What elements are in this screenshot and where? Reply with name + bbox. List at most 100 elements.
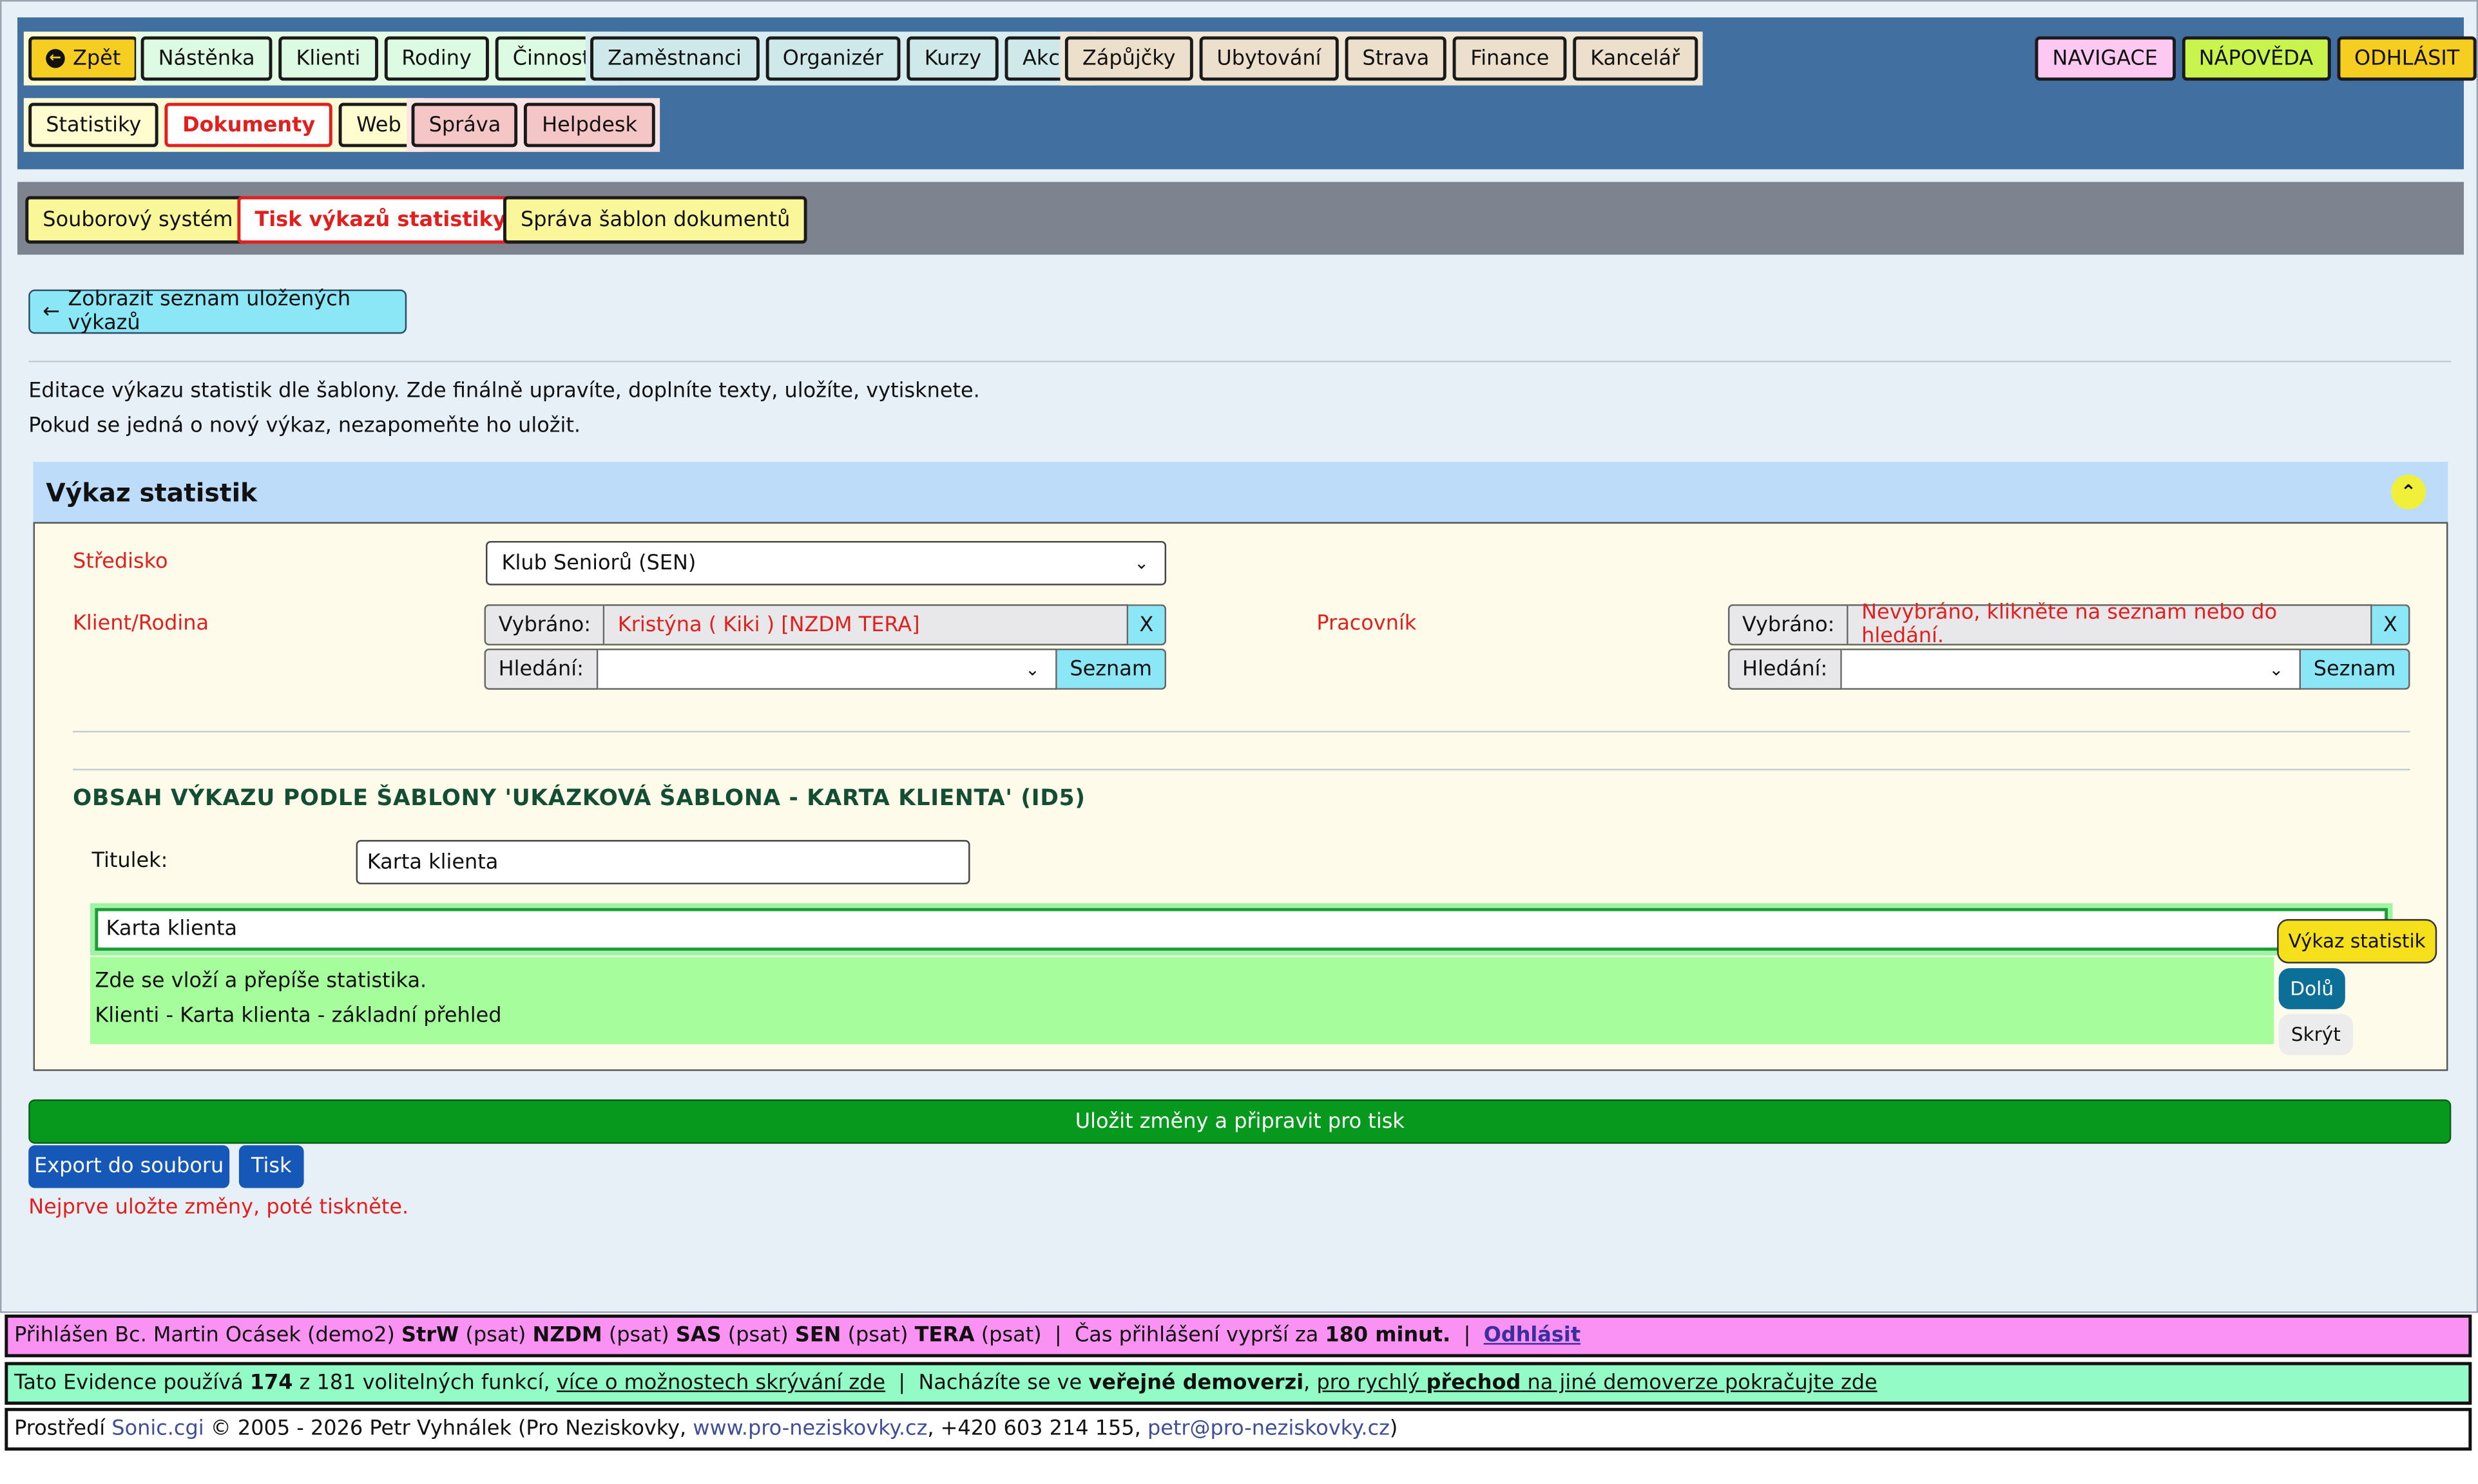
titulek-input[interactable]: Karta klienta xyxy=(356,840,970,884)
editor-line-1: Zde se vloží a přepíše statistika. xyxy=(95,969,427,994)
nav-kurzy[interactable]: Kurzy xyxy=(907,36,999,81)
nav-finance[interactable]: Finance xyxy=(1453,36,1567,81)
sub-navigation: Souborový systém Tisk výkazů statistiky … xyxy=(17,182,2464,255)
tab-tisk-vykazu[interactable]: Tisk výkazů statistiky xyxy=(237,196,524,244)
separator: | xyxy=(1463,1324,1471,1348)
section-title: OBSAH VÝKAZU PODLE ŠABLONY 'UKÁZKOVÁ ŠAB… xyxy=(72,786,1086,812)
titulek-label: Titulek: xyxy=(91,849,168,873)
email-link[interactable]: petr@pro-neziskovky.cz xyxy=(1148,1418,1390,1441)
demo-label: veřejné demoverzi xyxy=(1088,1371,1304,1396)
skryt-button[interactable]: Skrýt xyxy=(2278,1014,2354,1056)
klient-picker: Vybráno: Kristýna ( Kiki ) [NZDM TERA] X… xyxy=(484,604,1167,693)
show-saved-reports-button[interactable]: ← Zobrazit seznam uložených výkazů xyxy=(28,287,407,336)
login-user: Přihlášen Bc. Martin Ocásek (demo2) xyxy=(14,1324,395,1348)
save-button[interactable]: Uložit změny a připravit pro tisk xyxy=(28,1099,2452,1144)
role-code: StrW xyxy=(401,1324,459,1348)
napoveda-button[interactable]: NÁPOVĚDA xyxy=(2181,36,2331,81)
role-code: NZDM xyxy=(532,1324,602,1348)
export-button[interactable]: Export do souboru xyxy=(28,1145,230,1188)
intro-line-2: Pokud se jedná o nový výkaz, nezapomeňte… xyxy=(28,414,581,439)
footer-features-info: Tato Evidence používá 174 z 181 voliteln… xyxy=(5,1362,2472,1405)
footer-copyright: Prostředí Sonic.cgi © 2005 - 2026 Petr V… xyxy=(5,1407,2472,1451)
nav-sprava[interactable]: Správa xyxy=(411,102,519,147)
odhlasit-button[interactable]: ODHLÁSIT xyxy=(2337,36,2477,81)
demo-prefix: Nacházíte se ve xyxy=(918,1371,1082,1396)
role-code: SEN xyxy=(794,1324,841,1348)
divider xyxy=(72,730,2410,733)
stredisko-select[interactable]: Klub Seniorů (SEN) ⌄ xyxy=(485,540,1167,585)
separator: | xyxy=(1054,1324,1062,1348)
pracovnik-clear-button[interactable]: X xyxy=(2372,604,2410,646)
features-total: z 181 volitelných funkcí, xyxy=(299,1371,550,1396)
show-saved-reports-label: Zobrazit seznam uložených výkazů xyxy=(68,287,351,336)
pracovnik-search-label: Hledání: xyxy=(1727,648,1842,690)
divider xyxy=(72,768,2410,771)
role-perm: (psat) xyxy=(608,1324,669,1348)
website-link[interactable]: www.pro-neziskovky.cz xyxy=(693,1418,927,1441)
tab-souborovy-system[interactable]: Souborový systém xyxy=(25,196,251,244)
print-button[interactable]: Tisk xyxy=(238,1145,304,1188)
nav-kancelar[interactable]: Kancelář xyxy=(1573,36,1698,81)
nav-helpdesk[interactable]: Helpdesk xyxy=(524,102,655,147)
nav-group-2: Zaměstnanci Organizér Kurzy Akce xyxy=(585,32,1095,86)
session-timeout-value: 180 minut. xyxy=(1325,1324,1451,1348)
env-prefix: Prostředí xyxy=(14,1417,106,1441)
klient-selected-label: Vybráno: xyxy=(484,604,606,646)
klient-label: Klient/Rodina xyxy=(72,612,209,636)
pracovnik-label: Pracovník xyxy=(1316,612,1417,636)
nav-group-3: Zápůjčky Ubytování Strava Finance Kancel… xyxy=(1060,32,1702,86)
nav-group-5: Správa Helpdesk xyxy=(407,98,660,152)
sonic-link[interactable]: Sonic.cgi xyxy=(111,1418,204,1441)
back-label: Zpět xyxy=(72,46,121,71)
panel-body: Středisko Klub Seniorů (SEN) ⌄ Klient/Ro… xyxy=(33,522,2448,1071)
copyright-text: © 2005 - 2026 Petr Vyhnálek (Pro Nezisko… xyxy=(210,1417,687,1441)
navigace-button[interactable]: NAVIGACE xyxy=(2035,36,2175,81)
divider xyxy=(28,360,2452,363)
footer-logout-link[interactable]: Odhlásit xyxy=(1484,1324,1580,1348)
phone-text: , +420 603 214 155, xyxy=(927,1417,1141,1441)
editor-heading-wrapper: Karta klienta xyxy=(90,903,2393,956)
nav-dokumenty[interactable]: Dokumenty xyxy=(165,102,333,147)
klient-list-button[interactable]: Seznam xyxy=(1057,648,1167,690)
pracovnik-picker: Vybráno: Nevybráno, klikněte na seznam n… xyxy=(1727,601,2410,693)
role-code: TERA xyxy=(914,1324,975,1348)
editor-content[interactable]: Zde se vloží a přepíše statistika. Klien… xyxy=(90,956,2274,1044)
role-perm: (psat) xyxy=(847,1324,908,1348)
nav-group-right: NAVIGACE NÁPOVĚDA ODHLÁSIT xyxy=(2030,32,2478,86)
nav-organizer[interactable]: Organizér xyxy=(765,36,901,81)
tab-sprava-sablon[interactable]: Správa šablon dokumentů xyxy=(503,196,808,244)
panel-header: Výkaz statistik ⌃ xyxy=(33,462,2448,522)
chevron-down-icon: ⌄ xyxy=(2269,658,2284,680)
stredisko-label: Středisko xyxy=(72,550,168,575)
arrow-left-icon: ← xyxy=(43,300,61,324)
pracovnik-list-button[interactable]: Seznam xyxy=(2301,648,2410,690)
nav-nastenka[interactable]: Nástěnka xyxy=(140,36,273,81)
nav-ubytovani[interactable]: Ubytování xyxy=(1199,36,1339,81)
nav-rodiny[interactable]: Rodiny xyxy=(384,36,489,81)
main-window: ← Zpět Nástěnka Klienti Rodiny Činnosti … xyxy=(0,0,2478,1313)
pracovnik-selected-label: Vybráno: xyxy=(1727,604,1849,646)
nav-klienti[interactable]: Klienti xyxy=(278,36,378,81)
nav-statistiky[interactable]: Statistiky xyxy=(28,102,159,147)
dolu-button[interactable]: Dolů xyxy=(2278,968,2345,1009)
comma: , xyxy=(1303,1371,1311,1396)
vykaz-statistik-button[interactable]: Výkaz statistik xyxy=(2277,918,2437,964)
klient-selected-value: Kristýna ( Kiki ) [NZDM TERA] xyxy=(605,604,1129,646)
intro-line-1: Editace výkazu statistik dle šablony. Zd… xyxy=(28,379,980,404)
panel-title: Výkaz statistik xyxy=(46,477,258,508)
nav-strava[interactable]: Strava xyxy=(1345,36,1447,81)
nav-zapujcky[interactable]: Zápůjčky xyxy=(1064,36,1193,81)
separator: | xyxy=(898,1371,906,1396)
closing-paren: ) xyxy=(1389,1417,1398,1441)
klient-clear-button[interactable]: X xyxy=(1128,604,1167,646)
nav-group-back: ← Zpět xyxy=(23,32,143,86)
back-button[interactable]: ← Zpět xyxy=(28,36,139,81)
switch-demo-link[interactable]: pro rychlý přechod na jiné demoverze pok… xyxy=(1317,1371,1878,1395)
chevron-up-icon[interactable]: ⌃ xyxy=(2391,474,2426,509)
nav-zamestnanci[interactable]: Zaměstnanci xyxy=(590,36,759,81)
hiding-options-link[interactable]: více o možnostech skrývání zde xyxy=(557,1371,885,1395)
top-navigation: ← Zpět Nástěnka Klienti Rodiny Činnosti … xyxy=(17,17,2477,169)
editor-heading-input[interactable]: Karta klienta xyxy=(95,908,2388,951)
klient-search-input[interactable]: ⌄ xyxy=(597,648,1057,690)
pracovnik-search-input[interactable]: ⌄ xyxy=(1841,648,2301,690)
